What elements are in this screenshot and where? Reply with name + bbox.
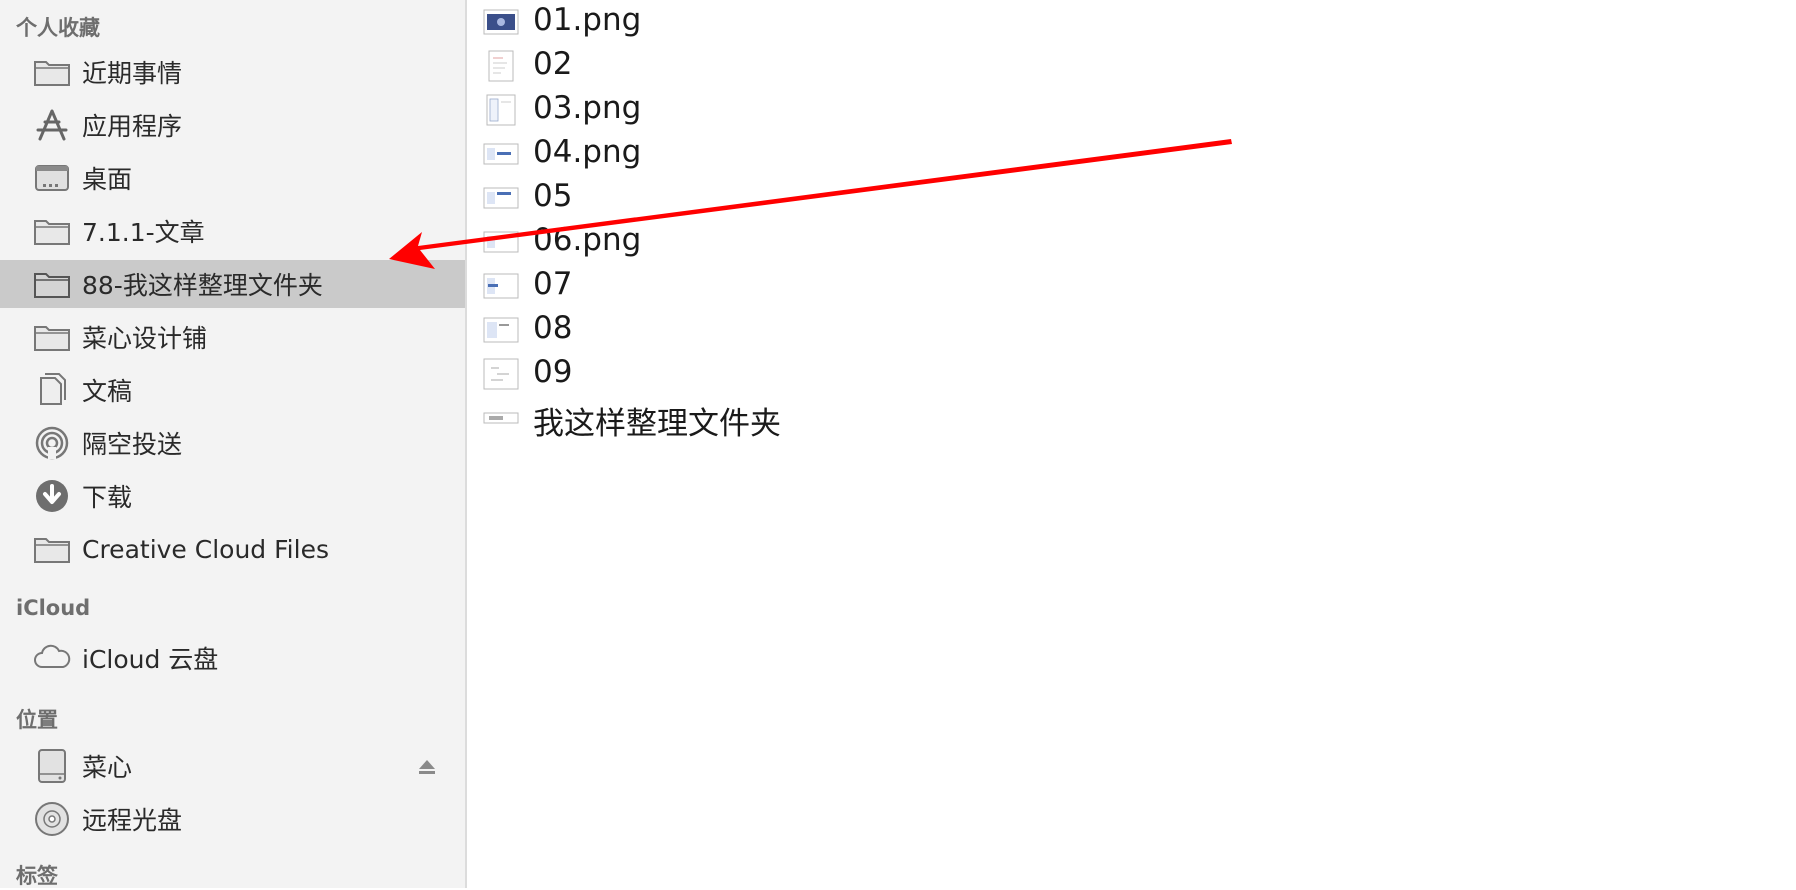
file-name: 03.png [533,90,642,126]
screenshot-thumb-icon [483,182,519,214]
airdrop-icon [33,426,71,460]
eject-icon[interactable] [417,757,437,777]
sidebar-item-label: 远程光盘 [82,806,183,835]
sidebar-item-label: Creative Cloud Files [82,534,329,564]
sidebar-item-label: 7.1.1-文章 [82,218,205,247]
file-row[interactable]: 05 [469,176,1169,220]
file-row[interactable]: 03.png [469,88,1169,132]
sidebar-item-folder-88[interactable]: 88-我这样整理文件夹 [0,260,465,308]
tags-header: 标签 [16,864,58,888]
disk-icon [33,749,71,783]
sidebar-item-downloads[interactable]: 下载 [0,472,465,520]
downloads-icon [33,479,71,513]
banner-thumb-icon [483,402,519,434]
sidebar-item-label: 菜心 [82,753,133,782]
screenshot-thumb-icon [483,270,519,302]
sidebar-item-airdrop[interactable]: 隔空投送 [0,419,465,467]
sidebar-item-recents[interactable]: 近期事情 [0,48,465,96]
locations-header: 位置 [16,708,58,732]
document-thumb-icon [483,50,519,82]
sidebar-item-label: 菜心设计铺 [82,324,208,353]
sidebar-item-remote-disc[interactable]: 远程光盘 [0,795,465,843]
document-thumb-icon [483,94,519,126]
file-name: 06.png [533,222,642,258]
sidebar-item-documents[interactable]: 文稿 [0,366,465,414]
file-row[interactable]: 04.png [469,132,1169,176]
sidebar-item-desktop[interactable]: 桌面 [0,154,465,202]
screenshot-thumb-icon [483,138,519,170]
file-name: 04.png [533,134,642,170]
file-row[interactable]: 07 [469,264,1169,308]
file-row[interactable]: 06.png [469,220,1169,264]
sidebar-item-label: 文稿 [82,377,133,406]
folder-icon [33,267,71,301]
sidebar-item-applications[interactable]: 应用程序 [0,101,465,149]
document-thumb-icon [483,358,519,390]
sidebar-item-label: 桌面 [82,165,133,194]
sidebar: 个人收藏 近期事情 应用程序 桌面 7.1.1-文章 88-我这样整理文件夹 菜… [0,0,467,888]
file-row[interactable]: 08 [469,308,1169,352]
folder-icon [33,214,71,248]
applications-icon [33,108,71,142]
sidebar-item-label: 近期事情 [82,59,183,88]
file-name: 02 [533,46,573,82]
cloud-icon [33,641,71,675]
file-name: 我这样整理文件夹 [533,406,781,442]
folder-icon [33,55,71,89]
favorites-header: 个人收藏 [16,16,100,40]
sidebar-item-caixin-shop[interactable]: 菜心设计铺 [0,313,465,361]
file-name: 05 [533,178,573,214]
sidebar-item-creative-cloud[interactable]: Creative Cloud Files [0,525,465,573]
sidebar-item-label: 88-我这样整理文件夹 [82,271,323,300]
sidebar-item-label: 下载 [82,483,133,512]
screenshot-thumb-icon [483,314,519,346]
screenshot-thumb-icon [483,226,519,258]
sidebar-item-disk-caixin[interactable]: 菜心 [0,742,465,790]
file-row[interactable]: 09 [469,352,1169,396]
file-row[interactable]: 01.png [469,0,1169,44]
image-thumb-icon [483,6,519,38]
file-row[interactable]: 我这样整理文件夹 [469,396,1169,442]
file-name: 07 [533,266,573,302]
file-name: 01.png [533,2,642,38]
documents-icon [33,373,71,407]
icloud-header: iCloud [16,596,91,620]
desktop-icon [33,161,71,195]
folder-icon [33,320,71,354]
sidebar-item-label: 应用程序 [82,112,183,141]
file-row[interactable]: 02 [469,44,1169,88]
sidebar-item-icloud-drive[interactable]: iCloud 云盘 [0,634,465,682]
sidebar-item-label: iCloud 云盘 [82,645,219,674]
optical-disc-icon [33,802,71,836]
folder-icon [33,532,71,566]
file-name: 08 [533,310,573,346]
file-list: 01.png 02 03.png 04.png 05 06.png 07 08 … [469,0,1796,888]
file-name: 09 [533,354,573,390]
sidebar-item-folder-711[interactable]: 7.1.1-文章 [0,207,465,255]
sidebar-item-label: 隔空投送 [82,430,183,459]
